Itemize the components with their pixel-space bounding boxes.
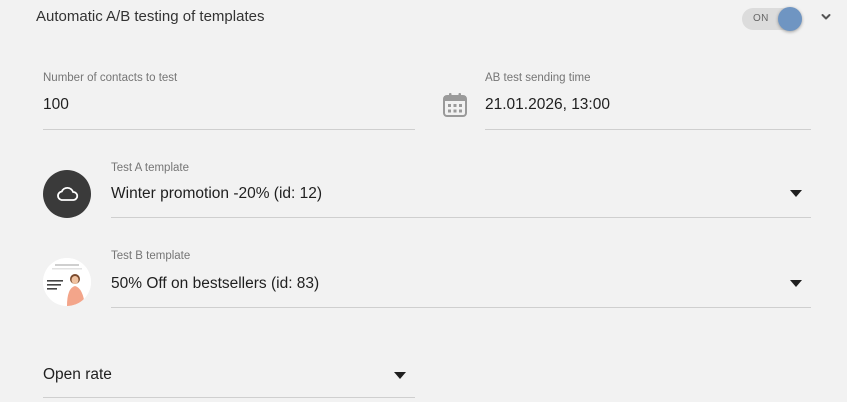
contacts-count-input[interactable]: 100 [43, 96, 69, 114]
sending-time-label: AB test sending time [485, 72, 591, 84]
section-title: Automatic A/B testing of templates [36, 8, 265, 25]
template-b-value: 50% Off on bestsellers (id: 83) [111, 275, 320, 292]
dropdown-arrow-icon[interactable] [790, 190, 802, 197]
template-a-select[interactable]: Test A template Winter promotion -20% (i… [111, 162, 811, 218]
toggle-knob [778, 7, 802, 31]
winning-metric-select[interactable]: Open rate [43, 352, 415, 398]
toggle-state-label: ON [753, 13, 769, 24]
dropdown-arrow-icon[interactable] [790, 280, 802, 287]
template-b-thumbnail [43, 258, 91, 306]
sending-time-input[interactable]: 21.01.2026, 13:00 [485, 96, 610, 114]
winning-metric-value: Open rate [43, 366, 112, 383]
ab-testing-panel: Automatic A/B testing of templates ON Nu… [0, 0, 847, 402]
calendar-icon[interactable] [442, 92, 468, 118]
template-b-select[interactable]: Test B template 50% Off on bestsellers (… [111, 250, 811, 308]
ab-testing-toggle[interactable]: ON [742, 7, 802, 31]
template-a-label: Test A template [111, 162, 189, 174]
dropdown-arrow-icon[interactable] [394, 372, 406, 379]
template-thumbnail-image [43, 258, 91, 306]
template-a-value: Winter promotion -20% (id: 12) [111, 185, 323, 202]
template-a-avatar [43, 170, 91, 218]
contacts-count-field[interactable]: Number of contacts to test 100 [43, 72, 415, 130]
chevron-down-icon[interactable] [819, 10, 833, 24]
contacts-count-label: Number of contacts to test [43, 72, 178, 84]
sending-time-field[interactable]: AB test sending time 21.01.2026, 13:00 [485, 72, 811, 130]
template-b-label: Test B template [111, 250, 191, 262]
cloud-icon [57, 186, 79, 201]
